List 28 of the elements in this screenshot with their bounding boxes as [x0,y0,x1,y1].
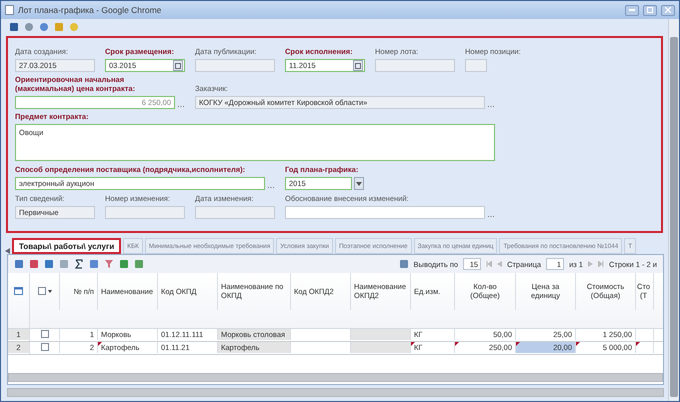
input-field[interactable] [285,206,485,219]
previous-page-icon[interactable] [497,261,502,267]
scroll-left-icon[interactable] [5,248,10,254]
window-title: Лот плана-графика - Google Chrome [18,5,162,15]
maximize-icon [647,7,653,13]
row-checkbox[interactable] [40,343,48,352]
tab[interactable]: Товары\ работы\ услуги [12,238,122,254]
row-checkbox[interactable] [40,330,48,338]
calendar-icon[interactable] [353,60,363,71]
vertical-scrollbar[interactable] [668,19,679,401]
filter-icon[interactable] [104,259,114,269]
close-button[interactable] [661,4,675,16]
caret-icon [356,182,362,186]
last-page-icon[interactable] [598,261,604,267]
next-page-icon[interactable] [588,261,593,267]
horizontal-scrollbar[interactable] [7,388,664,397]
maximize-button[interactable] [643,4,657,16]
select-all-checkbox[interactable] [38,287,46,296]
dropdown-button[interactable] [354,177,364,190]
caret-icon[interactable] [48,290,52,293]
horizontal-scrollbar[interactable] [8,373,663,382]
page-icon [5,5,14,15]
first-page-icon[interactable] [486,261,492,267]
close-icon [665,7,671,13]
sum-icon[interactable] [74,259,84,269]
minimize-button[interactable] [625,4,639,16]
calendar-icon[interactable] [173,60,183,71]
minimize-icon [629,9,635,11]
